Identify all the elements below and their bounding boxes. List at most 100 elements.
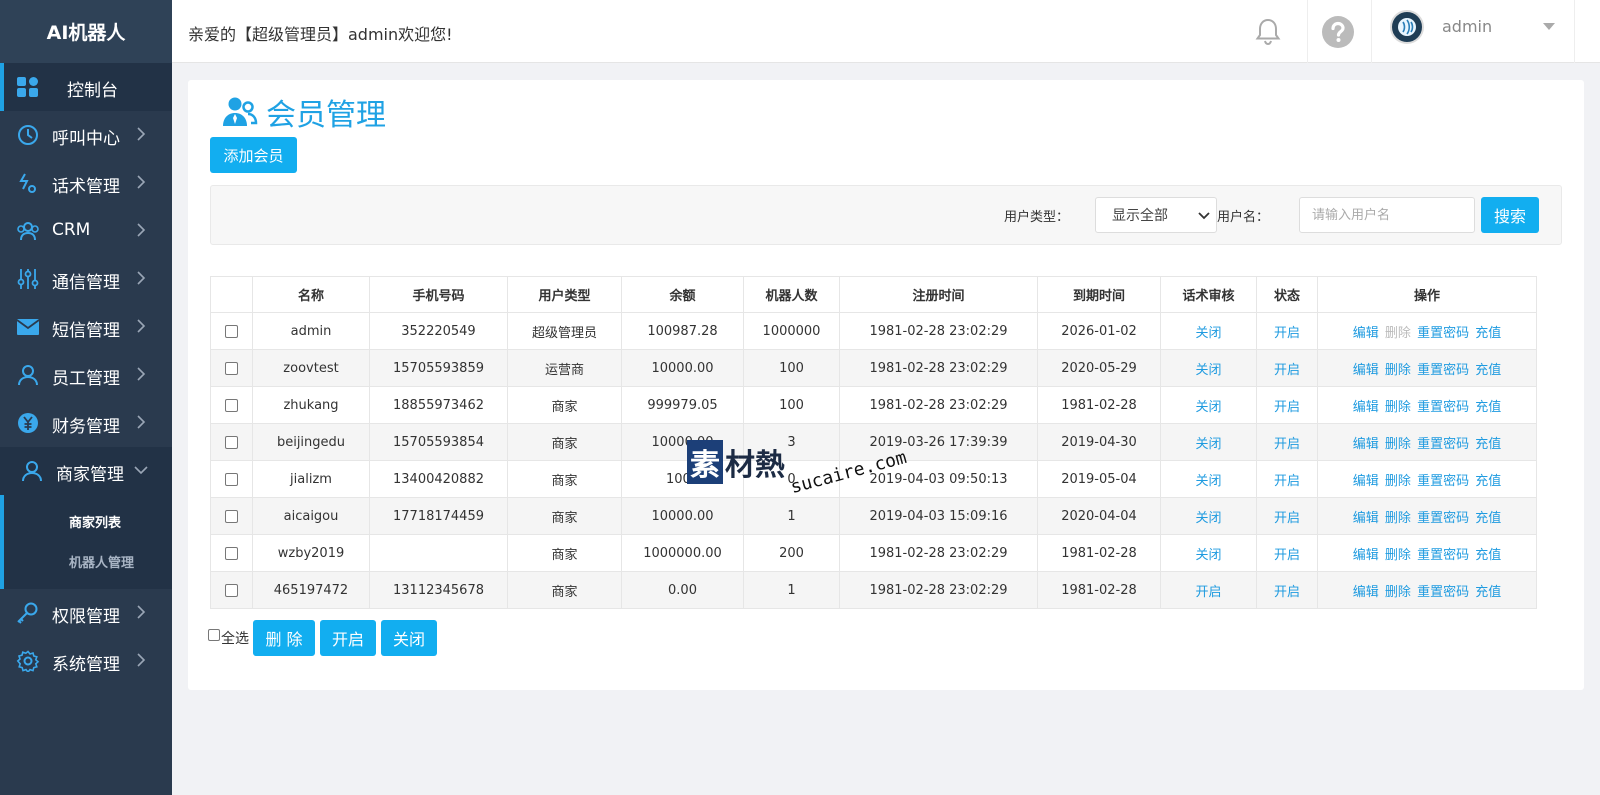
checkbox[interactable]	[225, 546, 238, 560]
status-toggle[interactable]: 开启	[1256, 386, 1318, 424]
delete-link[interactable]: 删除	[1385, 511, 1411, 526]
table-header-row: 名称 手机号码 用户类型 余额 机器人数 注册时间 到期时间 话术审核 状态 操…	[210, 276, 1537, 313]
recharge-link[interactable]: 充值	[1475, 400, 1501, 415]
edit-link[interactable]: 编辑	[1353, 326, 1379, 341]
add-member-button[interactable]: 添加会员	[210, 137, 297, 173]
submenu-item-merchant-list[interactable]: 商家列表	[4, 501, 172, 541]
reset-password-link[interactable]: 重置密码	[1417, 585, 1469, 600]
recharge-link[interactable]: 充值	[1475, 363, 1501, 378]
delete-link[interactable]: 删除	[1385, 400, 1411, 415]
row-actions: 编辑 删除 重置密码 充值	[1317, 571, 1537, 609]
column-header: 到期时间	[1037, 276, 1161, 313]
reset-password-link[interactable]: 重置密码	[1417, 511, 1469, 526]
row-actions: 编辑 删除 重置密码 充值	[1317, 423, 1537, 461]
chevron-right-icon	[137, 415, 146, 429]
reset-password-link[interactable]: 重置密码	[1417, 363, 1469, 378]
script-review-toggle[interactable]: 关闭	[1160, 497, 1257, 535]
edit-link[interactable]: 编辑	[1353, 437, 1379, 452]
edit-link[interactable]: 编辑	[1353, 474, 1379, 489]
sidebar-item-crm[interactable]: CRM	[0, 207, 172, 255]
row-select	[210, 312, 253, 350]
sidebar-item-merchant[interactable]: 商家管理	[0, 447, 172, 495]
search-button[interactable]: 搜索	[1481, 197, 1539, 233]
script-review-toggle[interactable]: 关闭	[1160, 423, 1257, 461]
checkbox[interactable]	[225, 398, 238, 412]
edit-link[interactable]: 编辑	[1353, 400, 1379, 415]
edit-link[interactable]: 编辑	[1353, 548, 1379, 563]
bell-icon[interactable]	[1255, 17, 1281, 45]
status-toggle[interactable]: 开启	[1256, 497, 1318, 535]
merchant-submenu: 商家列表 机器人管理	[0, 495, 172, 589]
script-review-toggle[interactable]: 关闭	[1160, 534, 1257, 572]
select-all-label: 全选	[221, 631, 249, 647]
delete-link: 删除	[1384, 325, 1411, 341]
username-search-input[interactable]	[1299, 197, 1475, 233]
cell-robot-count: 200	[743, 534, 840, 572]
checkbox[interactable]	[225, 509, 238, 523]
reset-password-link[interactable]: 重置密码	[1417, 400, 1469, 415]
edit-link[interactable]: 编辑	[1353, 585, 1379, 600]
bulk-disable-button[interactable]: 关闭	[381, 620, 437, 656]
script-review-toggle[interactable]: 关闭	[1160, 386, 1257, 424]
submenu-item-robot-management[interactable]: 机器人管理	[4, 541, 172, 581]
sidebar-item-sms[interactable]: 短信管理	[0, 303, 172, 351]
reset-password-link[interactable]: 重置密码	[1417, 548, 1469, 563]
sidebar-item-system[interactable]: 系统管理	[0, 637, 172, 685]
status-toggle[interactable]: 开启	[1256, 423, 1318, 461]
status-toggle[interactable]: 开启	[1256, 460, 1318, 498]
column-header: 余额	[621, 276, 744, 313]
script-review-toggle[interactable]: 关闭	[1160, 460, 1257, 498]
script-review-toggle[interactable]: 开启	[1160, 571, 1257, 609]
checkbox[interactable]	[225, 435, 238, 449]
script-review-toggle[interactable]: 关闭	[1160, 312, 1257, 350]
status-toggle[interactable]: 开启	[1256, 571, 1318, 609]
select-all-checkbox[interactable]: 全选	[208, 620, 249, 656]
users-icon	[17, 222, 39, 241]
recharge-link[interactable]: 充值	[1475, 585, 1501, 600]
caret-down-icon[interactable]	[1542, 22, 1556, 32]
bulk-enable-button[interactable]: 开启	[320, 620, 376, 656]
reset-password-link[interactable]: 重置密码	[1417, 437, 1469, 452]
help-icon[interactable]	[1322, 16, 1354, 48]
cell-robot-count: 1	[743, 497, 840, 535]
delete-link[interactable]: 删除	[1385, 548, 1411, 563]
script-review-toggle[interactable]: 关闭	[1160, 349, 1257, 387]
sidebar-item-permissions[interactable]: 权限管理	[0, 589, 172, 637]
delete-link[interactable]: 删除	[1385, 437, 1411, 452]
recharge-link[interactable]: 充值	[1475, 326, 1501, 341]
sidebar-item-staff[interactable]: 员工管理	[0, 351, 172, 399]
cell-phone: 18855973462	[369, 386, 508, 424]
chevron-down-icon	[134, 466, 148, 475]
status-toggle[interactable]: 开启	[1256, 312, 1318, 350]
checkbox[interactable]	[225, 583, 238, 597]
reset-password-link[interactable]: 重置密码	[1417, 326, 1469, 341]
recharge-link[interactable]: 充值	[1475, 474, 1501, 489]
cell-phone: 15705593859	[369, 349, 508, 387]
sidebar-item-call-center[interactable]: 呼叫中心	[0, 111, 172, 159]
delete-link[interactable]: 删除	[1385, 363, 1411, 378]
sidebar-item-finance[interactable]: 财务管理	[0, 399, 172, 447]
checkbox[interactable]	[208, 629, 220, 641]
recharge-link[interactable]: 充值	[1475, 548, 1501, 563]
checkbox[interactable]	[225, 324, 238, 338]
bulk-delete-button[interactable]: 删 除	[253, 620, 315, 656]
avatar[interactable]	[1390, 10, 1424, 44]
members-table: 名称 手机号码 用户类型 余额 机器人数 注册时间 到期时间 话术审核 状态 操…	[210, 276, 1537, 609]
username-label[interactable]: admin	[1442, 17, 1492, 36]
delete-link[interactable]: 删除	[1385, 474, 1411, 489]
checkbox[interactable]	[225, 472, 238, 486]
user-type-select[interactable]: 显示全部	[1095, 197, 1217, 233]
sidebar-item-dashboard[interactable]: 控制台	[0, 63, 172, 111]
table-row: jializm 13400420882 商家 1000 0 2019-04-03 09:5…	[210, 460, 1537, 498]
edit-link[interactable]: 编辑	[1353, 511, 1379, 526]
status-toggle[interactable]: 开启	[1256, 349, 1318, 387]
recharge-link[interactable]: 充值	[1475, 437, 1501, 452]
sidebar-item-communication[interactable]: 通信管理	[0, 255, 172, 303]
reset-password-link[interactable]: 重置密码	[1417, 474, 1469, 489]
edit-link[interactable]: 编辑	[1353, 363, 1379, 378]
delete-link[interactable]: 删除	[1385, 585, 1411, 600]
recharge-link[interactable]: 充值	[1475, 511, 1501, 526]
checkbox[interactable]	[225, 361, 238, 375]
status-toggle[interactable]: 开启	[1256, 534, 1318, 572]
sidebar-item-script-management[interactable]: 话术管理	[0, 159, 172, 207]
